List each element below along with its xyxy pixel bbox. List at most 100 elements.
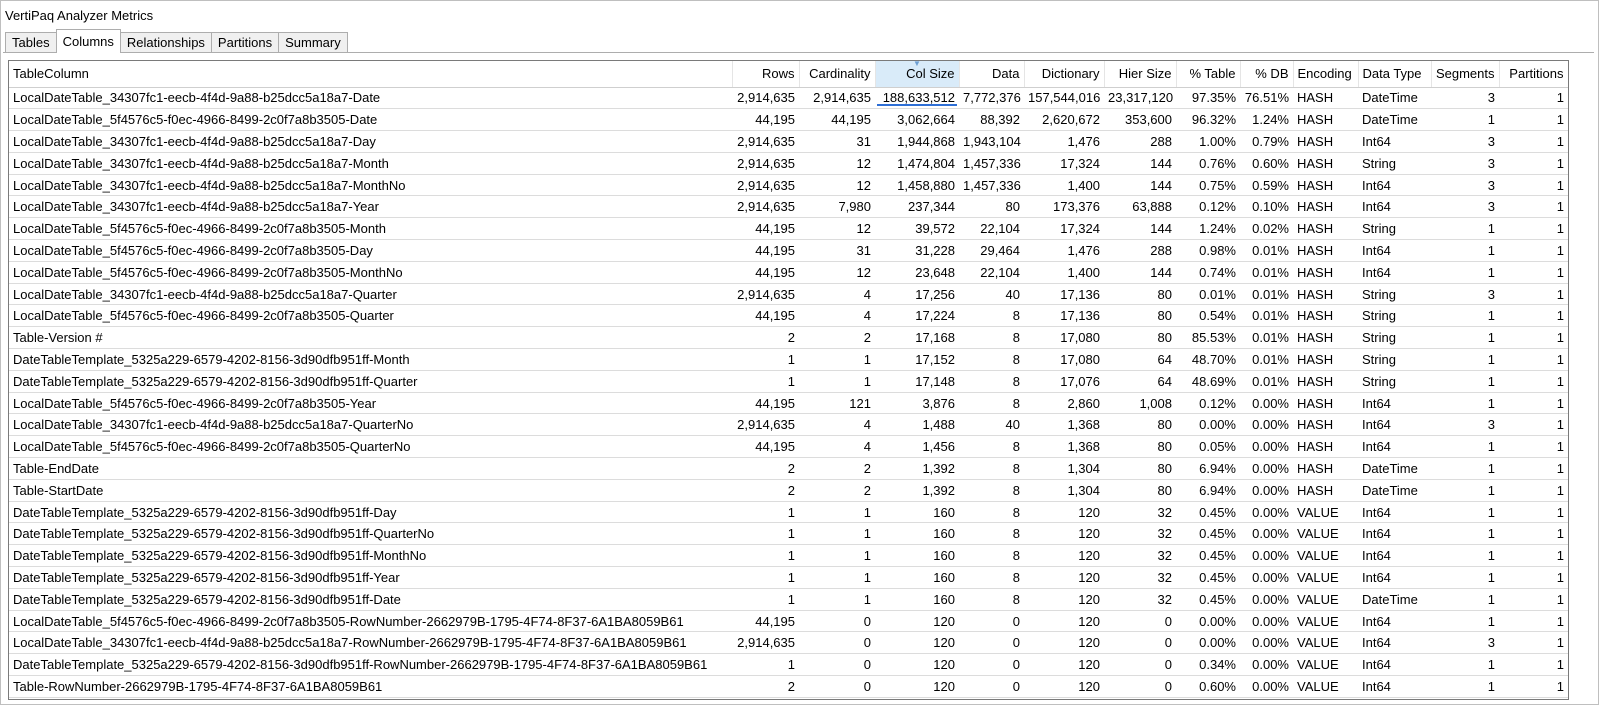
tab-partitions[interactable]: Partitions xyxy=(210,32,280,53)
cell-hier-size: 144 xyxy=(1104,261,1176,284)
cell-pct-table: 0.01% xyxy=(1176,283,1240,306)
cell-dictionary: 1,368 xyxy=(1024,435,1104,459)
column-header-cardinality[interactable]: Cardinality xyxy=(799,61,876,88)
cell-rows: 2,914,635 xyxy=(732,631,799,655)
cell-dictionary: 17,324 xyxy=(1024,152,1104,175)
table-row[interactable]: LocalDateTable_5f4576c5-f0ec-4966-8499-2… xyxy=(9,108,1568,132)
cell-data: 7,772,376 xyxy=(959,87,1024,110)
cell-pct-table: 0.12% xyxy=(1176,195,1240,219)
cell-data-type: Int64 xyxy=(1358,261,1431,284)
tab-columns[interactable]: Columns xyxy=(55,29,121,53)
cell-col-size: 17,256 xyxy=(875,283,959,306)
cell-hier-size: 144 xyxy=(1104,174,1176,197)
column-header-partitions[interactable]: Partitions xyxy=(1499,61,1568,88)
cell-cardinality: 12 xyxy=(799,261,875,284)
table-row[interactable]: DateTableTemplate_5325a229-6579-4202-815… xyxy=(9,588,1568,611)
table-row[interactable]: Table-StartDate 2 2 1,392 8 1,304 80 6.94% 0.00%… xyxy=(9,479,1568,502)
column-header-hier-size[interactable]: Hier Size xyxy=(1104,61,1177,88)
table-row[interactable]: LocalDateTable_5f4576c5-f0ec-4966-8499-2… xyxy=(9,304,1568,328)
grid-body: LocalDateTable_34307fc1-eecb-4f4d-9a88-b… xyxy=(9,87,1568,698)
table-row[interactable]: DateTableTemplate_5325a229-6579-4202-815… xyxy=(9,501,1568,524)
cell-col-size: 160 xyxy=(875,501,959,524)
table-row[interactable]: Table-Version #2 2 17,168 8 17,080 80 85.53% 0.… xyxy=(9,326,1568,350)
table-row[interactable]: LocalDateTable_34307fc1-eecb-4f4d-9a88-b… xyxy=(9,413,1568,437)
cell-hier-size: 32 xyxy=(1104,522,1176,546)
cell-tablecolumn: LocalDateTable_34307fc1-eecb-4f4d-9a88-b… xyxy=(9,152,732,175)
table-row[interactable]: LocalDateTable_34307fc1-eecb-4f4d-9a88-b… xyxy=(9,152,1568,175)
cell-col-size: 120 xyxy=(875,610,959,633)
cell-partitions: 1 xyxy=(1499,522,1568,546)
cell-cardinality: 1 xyxy=(799,588,875,611)
cell-partitions: 1 xyxy=(1499,217,1568,241)
grid-header-row: TableColumn Rows Cardinality ▼ Col Size Data D… xyxy=(9,61,1568,88)
cell-tablecolumn: LocalDateTable_5f4576c5-f0ec-4966-8499-2… xyxy=(9,239,732,262)
table-row[interactable]: LocalDateTable_34307fc1-eecb-4f4d-9a88-b… xyxy=(9,87,1568,110)
cell-pct-table: 0.98% xyxy=(1176,239,1240,262)
cell-segments: 1 xyxy=(1431,435,1499,459)
cell-pct-db: 0.01% xyxy=(1240,239,1293,262)
table-row[interactable]: Table-EndDate 2 2 1,392 8 1,304 80 6.94% 0.00% HA… xyxy=(9,457,1568,480)
cell-encoding: HASH xyxy=(1293,304,1358,328)
table-row[interactable]: LocalDateTable_5f4576c5-f0ec-4966-8499-2… xyxy=(9,435,1568,459)
column-header-pct-table[interactable]: % Table xyxy=(1176,61,1241,88)
cell-partitions: 1 xyxy=(1499,501,1568,524)
cell-col-size: 1,458,880 xyxy=(875,174,959,197)
table-row[interactable]: LocalDateTable_5f4576c5-f0ec-4966-8499-2… xyxy=(9,392,1568,415)
cell-cardinality: 2 xyxy=(799,479,875,502)
table-row[interactable]: LocalDateTable_5f4576c5-f0ec-4966-8499-2… xyxy=(9,610,1568,633)
table-row[interactable]: DateTableTemplate_5325a229-6579-4202-815… xyxy=(9,653,1568,677)
cell-rows: 2 xyxy=(732,457,799,480)
cell-encoding: HASH xyxy=(1293,108,1358,132)
tab-relationships[interactable]: Relationships xyxy=(119,32,212,53)
cell-pct-db: 0.00% xyxy=(1240,413,1293,437)
cell-data: 22,104 xyxy=(959,261,1024,284)
cell-data: 8 xyxy=(959,479,1024,502)
cell-tablecolumn: LocalDateTable_5f4576c5-f0ec-4966-8499-2… xyxy=(9,217,732,241)
table-row[interactable]: LocalDateTable_34307fc1-eecb-4f4d-9a88-b… xyxy=(9,631,1568,655)
column-header-data-type[interactable]: Data Type xyxy=(1358,61,1432,88)
cell-pct-db: 0.01% xyxy=(1240,283,1293,306)
table-row[interactable]: DateTableTemplate_5325a229-6579-4202-815… xyxy=(9,522,1568,546)
cell-dictionary: 157,544,016 xyxy=(1024,87,1104,110)
cell-pct-db: 0.10% xyxy=(1240,195,1293,219)
cell-cardinality: 12 xyxy=(799,152,875,175)
cell-partitions: 1 xyxy=(1499,631,1568,655)
cell-tablecolumn: LocalDateTable_34307fc1-eecb-4f4d-9a88-b… xyxy=(9,413,732,437)
cell-cardinality: 1 xyxy=(799,370,875,393)
table-row[interactable]: DateTableTemplate_5325a229-6579-4202-815… xyxy=(9,566,1568,589)
table-row[interactable]: DateTableTemplate_5325a229-6579-4202-815… xyxy=(9,544,1568,568)
table-row[interactable]: LocalDateTable_5f4576c5-f0ec-4966-8499-2… xyxy=(9,217,1568,241)
column-header-data[interactable]: Data xyxy=(959,61,1025,88)
cell-pct-table: 0.75% xyxy=(1176,174,1240,197)
tab-tables[interactable]: Tables xyxy=(5,32,57,53)
cell-partitions: 1 xyxy=(1499,130,1568,153)
table-row[interactable]: LocalDateTable_5f4576c5-f0ec-4966-8499-2… xyxy=(9,261,1568,284)
column-header-encoding[interactable]: Encoding xyxy=(1293,61,1359,88)
cell-col-size: 3,062,664 xyxy=(875,108,959,132)
cell-pct-table: 0.45% xyxy=(1176,501,1240,524)
cell-hier-size: 80 xyxy=(1104,283,1176,306)
column-header-segments[interactable]: Segments xyxy=(1431,61,1500,88)
table-row[interactable]: LocalDateTable_34307fc1-eecb-4f4d-9a88-b… xyxy=(9,130,1568,153)
cell-dictionary: 1,476 xyxy=(1024,239,1104,262)
table-row[interactable]: Table-RowNumber-2662979B-1795-4F74-8F37-… xyxy=(9,675,1568,698)
cell-col-size: 23,648 xyxy=(875,261,959,284)
cell-tablecolumn: DateTableTemplate_5325a229-6579-4202-815… xyxy=(9,653,732,677)
table-row[interactable]: LocalDateTable_34307fc1-eecb-4f4d-9a88-b… xyxy=(9,174,1568,197)
column-header-rows[interactable]: Rows xyxy=(732,61,800,88)
cell-data: 40 xyxy=(959,283,1024,306)
column-header-tablecolumn[interactable]: TableColumn xyxy=(9,61,733,88)
table-row[interactable]: LocalDateTable_5f4576c5-f0ec-4966-8499-2… xyxy=(9,239,1568,262)
table-row[interactable]: DateTableTemplate_5325a229-6579-4202-815… xyxy=(9,348,1568,371)
table-row[interactable]: LocalDateTable_34307fc1-eecb-4f4d-9a88-b… xyxy=(9,283,1568,306)
cell-data-type: DateTime xyxy=(1358,87,1431,110)
table-row[interactable]: LocalDateTable_34307fc1-eecb-4f4d-9a88-b… xyxy=(9,195,1568,219)
column-header-dictionary[interactable]: Dictionary xyxy=(1024,61,1105,88)
cell-encoding: HASH xyxy=(1293,130,1358,153)
column-header-pct-db[interactable]: % DB xyxy=(1240,61,1294,88)
cell-rows: 2 xyxy=(732,479,799,502)
table-row[interactable]: DateTableTemplate_5325a229-6579-4202-815… xyxy=(9,370,1568,393)
tab-summary[interactable]: Summary xyxy=(278,32,348,53)
column-header-col-size[interactable]: ▼ Col Size xyxy=(875,61,960,88)
cell-hier-size: 32 xyxy=(1104,566,1176,589)
